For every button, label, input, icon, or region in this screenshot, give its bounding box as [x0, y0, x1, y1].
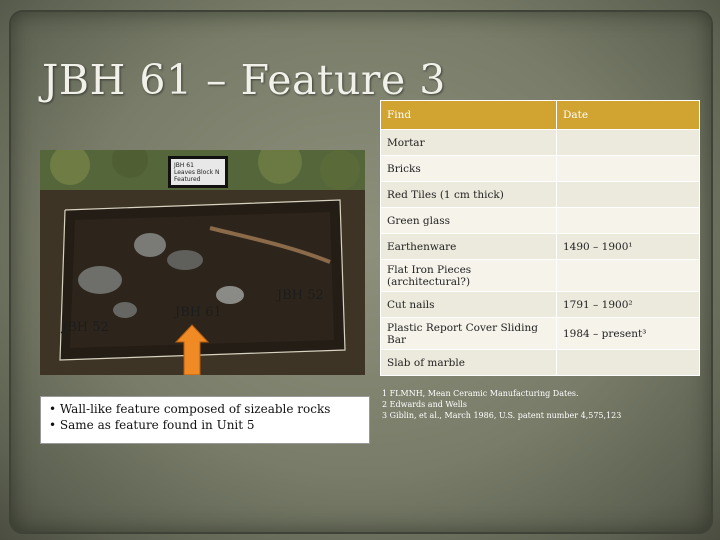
- finds-table-header: Find Date: [380, 100, 700, 130]
- finds-table-body: Mortar Bricks Red Tiles (1 cm thick) Green …: [380, 129, 700, 376]
- find-cell: Plastic Report Cover Sliding Bar: [380, 317, 557, 350]
- finds-table-row: Cut nails 1791 – 1900²: [380, 291, 700, 318]
- bullet-item: • Same as feature found in Unit 5: [49, 418, 255, 432]
- photo-label-jbh52-left: JBH 52: [62, 320, 109, 335]
- date-cell: [556, 181, 700, 208]
- slide: JBH 61 – Feature 3 JBH 61 Leaves Block N…: [0, 0, 720, 540]
- bullet-item: • Wall-like feature composed of sizeable…: [49, 402, 331, 416]
- finds-table-row: Red Tiles (1 cm thick): [380, 181, 700, 208]
- find-cell: Cut nails: [380, 291, 557, 318]
- sign-line-3: Featured: [174, 176, 201, 183]
- feature-notes-box: • Wall-like feature composed of sizeable…: [40, 396, 370, 444]
- find-cell: Mortar: [380, 129, 557, 156]
- finds-table-row: Flat Iron Pieces (architectural?): [380, 259, 700, 292]
- footnote-1: 1 FLMNH, Mean Ceramic Manufacturing Date…: [382, 389, 579, 398]
- footnote-2: 2 Edwards and Wells: [382, 400, 467, 409]
- footnote-3: 3 Giblin, et al., March 1986, U.S. paten…: [382, 411, 622, 420]
- date-cell: 1984 – present³: [556, 317, 700, 350]
- find-cell: Bricks: [380, 155, 557, 182]
- date-cell: [556, 349, 700, 376]
- finds-table-row: Slab of marble: [380, 349, 700, 376]
- finds-table-row: Earthenware 1490 – 1900¹: [380, 233, 700, 260]
- find-cell: Green glass: [380, 207, 557, 234]
- date-cell: [556, 155, 700, 182]
- footnotes: 1 FLMNH, Mean Ceramic Manufacturing Date…: [382, 388, 621, 421]
- find-cell: Flat Iron Pieces (architectural?): [380, 259, 557, 292]
- photo-label-jbh61: JBH 61: [175, 305, 222, 320]
- header-date: Date: [556, 100, 700, 130]
- find-cell: Red Tiles (1 cm thick): [380, 181, 557, 208]
- date-cell: 1791 – 1900²: [556, 291, 700, 318]
- find-cell: Earthenware: [380, 233, 557, 260]
- header-find: Find: [380, 100, 557, 130]
- finds-table-row: Bricks: [380, 155, 700, 182]
- photo-label-jbh52-right: JBH 52: [277, 288, 324, 303]
- date-cell: [556, 129, 700, 156]
- sign-line-2: Leaves Block N: [174, 169, 220, 176]
- finds-table-row: Mortar: [380, 129, 700, 156]
- sign-line-1: JBH 61: [173, 162, 194, 169]
- date-cell: 1490 – 1900¹: [556, 233, 700, 260]
- finds-table-row: Green glass: [380, 207, 700, 234]
- slide-title: JBH 61 – Feature 3: [42, 56, 446, 104]
- excavation-photo: JBH 61 Leaves Block N Featured JBH 52 JB…: [40, 150, 365, 375]
- finds-table: Find Date Mortar Bricks Red Tiles (1 cm th…: [380, 100, 700, 376]
- finds-table-row: Plastic Report Cover Sliding Bar 1984 – p…: [380, 317, 700, 350]
- date-cell: [556, 259, 700, 292]
- date-cell: [556, 207, 700, 234]
- excavation-scene: JBH 61 Leaves Block N Featured: [40, 150, 365, 375]
- find-cell: Slab of marble: [380, 349, 557, 376]
